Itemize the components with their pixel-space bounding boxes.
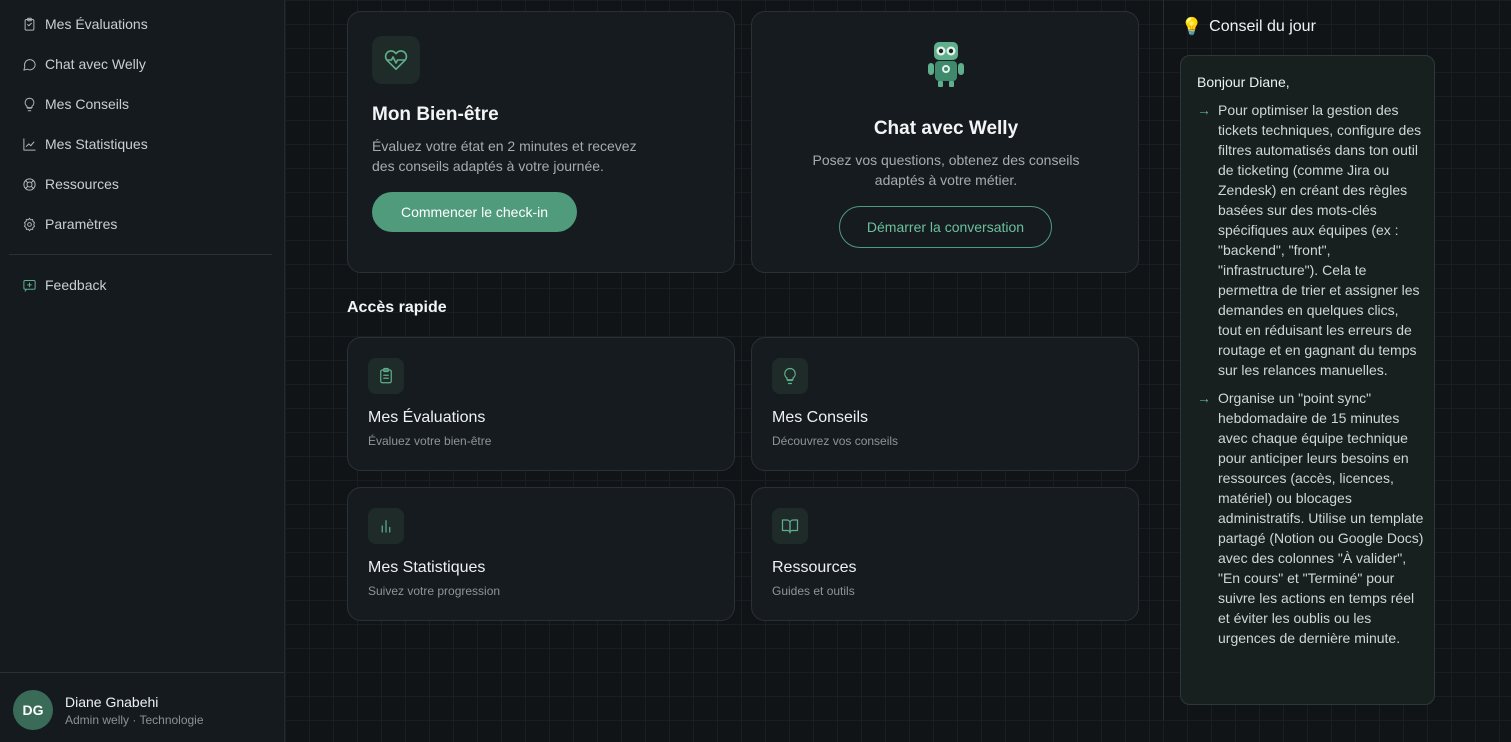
avatar: DG xyxy=(13,690,53,730)
tip-item-text: Pour optimiser la gestion des tickets te… xyxy=(1218,102,1422,378)
sidebar-item-chat[interactable]: Chat avec Welly xyxy=(20,52,146,76)
bar-chart-icon xyxy=(368,508,404,544)
sidebar-item-evaluations[interactable]: Mes Évaluations xyxy=(20,12,148,36)
start-conversation-button[interactable]: Démarrer la conversation xyxy=(839,206,1052,248)
user-profile[interactable]: DG Diane Gnabehi Admin welly · Technolog… xyxy=(0,672,284,742)
tip-header-label: Conseil du jour xyxy=(1209,18,1316,35)
quick-card-subtitle: Découvrez vos conseils xyxy=(772,434,899,448)
book-open-icon xyxy=(772,508,808,544)
quick-card-subtitle: Suivez votre progression xyxy=(368,584,501,598)
main-content: Mon Bien-être Évaluez votre état en 2 mi… xyxy=(285,0,1163,742)
lightbulb-emoji-icon: 💡 xyxy=(1181,17,1203,36)
wellbeing-title: Mon Bien-être xyxy=(372,104,499,125)
sidebar-divider xyxy=(9,254,272,255)
tip-header: 💡 Conseil du jour xyxy=(1181,17,1316,37)
lifebuoy-icon xyxy=(20,175,38,193)
sidebar-item-label: Mes Évaluations xyxy=(45,16,148,32)
robot-icon xyxy=(920,40,972,88)
sidebar-item-ressources[interactable]: Ressources xyxy=(20,172,119,196)
panel-divider xyxy=(1163,0,1164,720)
sidebar-item-conseils[interactable]: Mes Conseils xyxy=(20,92,129,116)
clipboard-icon xyxy=(20,15,38,33)
user-role: Admin welly · Technologie xyxy=(65,713,204,727)
sidebar-item-label: Mes Statistiques xyxy=(45,136,148,152)
lightbulb-icon xyxy=(772,358,808,394)
quick-card-ressources[interactable]: Ressources Guides et outils xyxy=(751,487,1139,621)
message-plus-icon xyxy=(20,276,38,294)
chat-title: Chat avec Welly xyxy=(873,118,1019,139)
gear-icon xyxy=(20,215,38,233)
sidebar-item-label: Ressources xyxy=(45,176,119,192)
tip-item: → Organise un "point sync" hebdomadaire … xyxy=(1197,388,1425,648)
heart-pulse-icon xyxy=(372,36,420,84)
sidebar: Mes Évaluations Chat avec Welly Mes Cons… xyxy=(0,0,285,742)
clipboard-list-icon xyxy=(368,358,404,394)
tip-item-text: Organise un "point sync" hebdomadaire de… xyxy=(1218,390,1424,646)
tip-greeting: Bonjour Diane, xyxy=(1197,74,1290,90)
quick-card-title: Mes Évaluations xyxy=(368,409,486,426)
quick-card-conseils[interactable]: Mes Conseils Découvrez vos conseils xyxy=(751,337,1139,471)
lightbulb-icon xyxy=(20,95,38,113)
chat-bubble-icon xyxy=(20,55,38,73)
sidebar-item-label: Mes Conseils xyxy=(45,96,130,112)
quick-card-evaluations[interactable]: Mes Évaluations Évaluez votre bien-être xyxy=(347,337,735,471)
sidebar-item-statistiques[interactable]: Mes Statistiques xyxy=(20,132,148,156)
quick-card-statistiques[interactable]: Mes Statistiques Suivez votre progressio… xyxy=(347,487,735,621)
feedback-label: Feedback xyxy=(45,277,107,293)
arrow-right-icon: → xyxy=(1197,390,1211,406)
line-chart-icon xyxy=(20,135,38,153)
wellbeing-description: Évaluez votre état en 2 minutes et recev… xyxy=(372,138,637,174)
quick-access-title: Accès rapide xyxy=(347,299,447,316)
user-name: Diane Gnabehi xyxy=(65,694,159,710)
sidebar-item-label: Chat avec Welly xyxy=(45,56,146,72)
chat-card: Chat avec Welly Posez vos questions, obt… xyxy=(751,11,1139,273)
tip-list: → Pour optimiser la gestion des tickets … xyxy=(1197,100,1425,656)
arrow-right-icon: → xyxy=(1197,102,1211,118)
quick-card-subtitle: Évaluez votre bien-être xyxy=(368,434,492,448)
feedback-button[interactable]: Feedback xyxy=(20,273,106,297)
wellbeing-card: Mon Bien-être Évaluez votre état en 2 mi… xyxy=(347,11,735,273)
chat-description: Posez vos questions, obtenez des conseil… xyxy=(812,152,1080,188)
quick-card-title: Mes Conseils xyxy=(772,409,869,426)
tip-item: → Pour optimiser la gestion des tickets … xyxy=(1197,100,1425,380)
sidebar-item-parametres[interactable]: Paramètres xyxy=(20,212,117,236)
sidebar-item-label: Paramètres xyxy=(45,216,118,232)
quick-card-subtitle: Guides et outils xyxy=(772,584,855,598)
tip-card: Bonjour Diane, → Pour optimiser la gesti… xyxy=(1180,55,1435,705)
quick-card-title: Mes Statistiques xyxy=(368,559,486,576)
start-checkin-button[interactable]: Commencer le check-in xyxy=(372,192,577,232)
quick-card-title: Ressources xyxy=(772,559,857,576)
tip-panel: 💡 Conseil du jour Bonjour Diane, → Pour … xyxy=(1163,0,1511,742)
